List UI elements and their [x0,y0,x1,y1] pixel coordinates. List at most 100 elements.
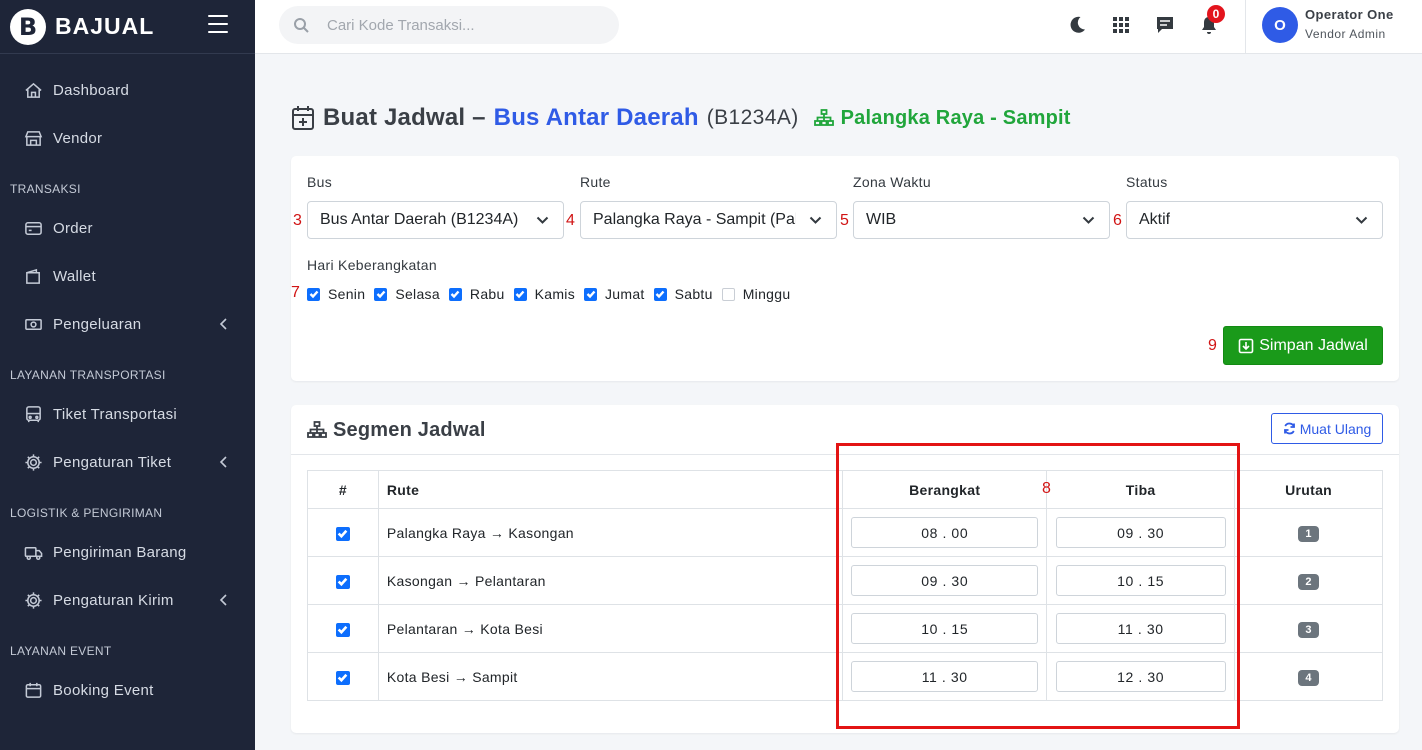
sitemap-icon [307,421,327,438]
segment-checkbox[interactable] [335,574,350,589]
sidebar-item-tiket-transportasi[interactable]: Tiket Transportasi [0,390,255,438]
segment-route: Pelantaran → Kota Besi [377,604,844,653]
notifications-button[interactable]: 0 [1198,5,1225,36]
route-label: Rute [580,174,611,190]
sidebar-section-header: LOGISTIK & PENGIRIMAN [10,506,163,520]
depart-time-input[interactable] [851,661,1039,692]
search-input[interactable] [327,16,597,34]
page-title-bus: Bus Antar Daerah [493,104,699,131]
annotation-3: 3 [293,212,302,229]
day-kamis[interactable]: Kamis [513,286,575,302]
page-title-route: Palangka Raya - Sampit [840,106,1071,129]
status-select[interactable]: Aktif [1126,201,1383,239]
save-schedule-label: Simpan Jadwal [1259,336,1368,354]
day-label: Senin [328,286,366,302]
day-checkbox[interactable] [513,287,527,301]
search-box[interactable] [279,6,619,44]
user-name[interactable]: Operator One [1305,7,1394,22]
arrive-time-input[interactable] [1055,613,1226,644]
depart-time-input[interactable] [851,613,1039,644]
segment-checkbox[interactable] [335,670,350,685]
sidebar-item-pengaturan-tiket[interactable]: Pengaturan Tiket [0,438,255,486]
sidebar-item-booking-event[interactable]: Booking Event [0,666,255,714]
order-badge: 4 [1298,669,1320,686]
annotation-9: 9 [1208,337,1217,354]
hamburger-menu-icon[interactable] [208,15,228,33]
user-role: Vendor Admin [1305,27,1386,41]
sidebar-item-pengeluaran[interactable]: Pengeluaran [0,300,255,348]
day-label: Rabu [469,286,505,302]
day-label: Jumat [605,286,645,302]
sidebar-item-label: Pengiriman Barang [53,543,187,561]
departure-days: Senin Selasa Rabu Kamis Jumat Sabtu Ming… [307,286,799,302]
segment-checkbox[interactable] [335,526,350,541]
day-checkbox[interactable] [374,287,388,301]
segment-route: Kota Besi → Sampit [377,652,844,701]
day-minggu[interactable]: Minggu [721,286,791,302]
segment-route: Palangka Raya → Kasongan [377,508,844,557]
day-jumat[interactable]: Jumat [584,286,645,302]
timezone-select[interactable]: WIB [853,201,1110,239]
day-senin[interactable]: Senin [307,286,365,302]
annotation-7: 7 [291,284,300,301]
table-row: Palangka Raya → Kasongan 1 [307,508,1383,557]
chevron-down-icon [1355,216,1368,224]
apps-button[interactable] [1110,14,1132,36]
day-sabtu[interactable]: Sabtu [653,286,713,302]
day-label: Kamis [534,286,575,302]
save-schedule-button[interactable]: Simpan Jadwal [1223,326,1383,365]
arrive-time-input[interactable] [1055,517,1226,548]
day-checkbox[interactable] [584,287,597,301]
dark-mode-toggle[interactable] [1066,14,1088,36]
sidebar: B BAJUAL Dashboard Vendor TRANSAKSI Orde… [0,0,255,750]
departure-days-label: Hari Keberangkatan [307,257,437,273]
chevron-down-icon [536,216,549,224]
notification-badge: 0 [1207,5,1225,23]
arrive-time-input[interactable] [1055,565,1226,596]
page-title: Buat Jadwal – Bus Antar Daerah (B1234A) … [291,102,1071,134]
bus-select[interactable]: Bus Antar Daerah (B1234A) [307,201,564,239]
sidebar-item-dashboard[interactable]: Dashboard [0,66,255,114]
sidebar-item-order[interactable]: Order [0,204,255,252]
day-checkbox[interactable] [721,287,735,301]
schedule-form-card: Bus 3 Bus Antar Daerah (B1234A) Rute 4 P… [291,156,1399,381]
depart-time-input[interactable] [851,565,1039,596]
table-header-row: # Rute Berangkat Tiba Urutan [307,470,1383,509]
chevron-down-icon [809,216,822,224]
sidebar-item-label: Wallet [53,267,96,285]
col-depart: Berangkat [842,470,1048,509]
search-icon [294,18,309,33]
refresh-icon [1283,422,1295,435]
day-rabu[interactable]: Rabu [448,286,505,302]
moon-icon [1070,16,1085,33]
day-checkbox[interactable] [307,287,320,301]
reload-button[interactable]: Muat Ulang [1271,413,1383,444]
sidebar-item-label: Vendor [53,129,103,147]
sidebar-item-pengaturan-kirim[interactable]: Pengaturan Kirim [0,576,255,624]
sidebar-item-wallet[interactable]: Wallet [0,252,255,300]
bus-select-value: Bus Antar Daerah (B1234A) [320,211,519,228]
depart-time-input[interactable] [851,517,1039,548]
day-checkbox[interactable] [653,287,667,301]
day-selasa[interactable]: Selasa [374,286,440,302]
bus-label: Bus [307,174,333,190]
brand-name: BAJUAL [55,13,155,39]
bus-icon [26,405,41,422]
brand-logo: B [10,8,46,45]
chevron-left-icon [219,594,227,606]
day-label: Sabtu [674,286,713,302]
download-icon [1238,338,1254,353]
store-icon [24,130,43,146]
segment-checkbox[interactable] [335,622,350,637]
sidebar-item-pengiriman-barang[interactable]: Pengiriman Barang [0,528,255,576]
messages-button[interactable] [1154,14,1176,36]
avatar[interactable]: O [1262,7,1298,43]
table-row: Kota Besi → Sampit 4 [307,652,1383,701]
status-label: Status [1126,174,1168,190]
arrive-time-input[interactable] [1055,661,1226,692]
day-checkbox[interactable] [448,287,462,301]
route-select[interactable]: Palangka Raya - Sampit (Palangka Raya - … [580,201,837,239]
page-title-bus-code: (B1234A) [706,106,799,129]
topbar-divider [1245,0,1246,54]
sidebar-item-vendor[interactable]: Vendor [0,114,255,162]
